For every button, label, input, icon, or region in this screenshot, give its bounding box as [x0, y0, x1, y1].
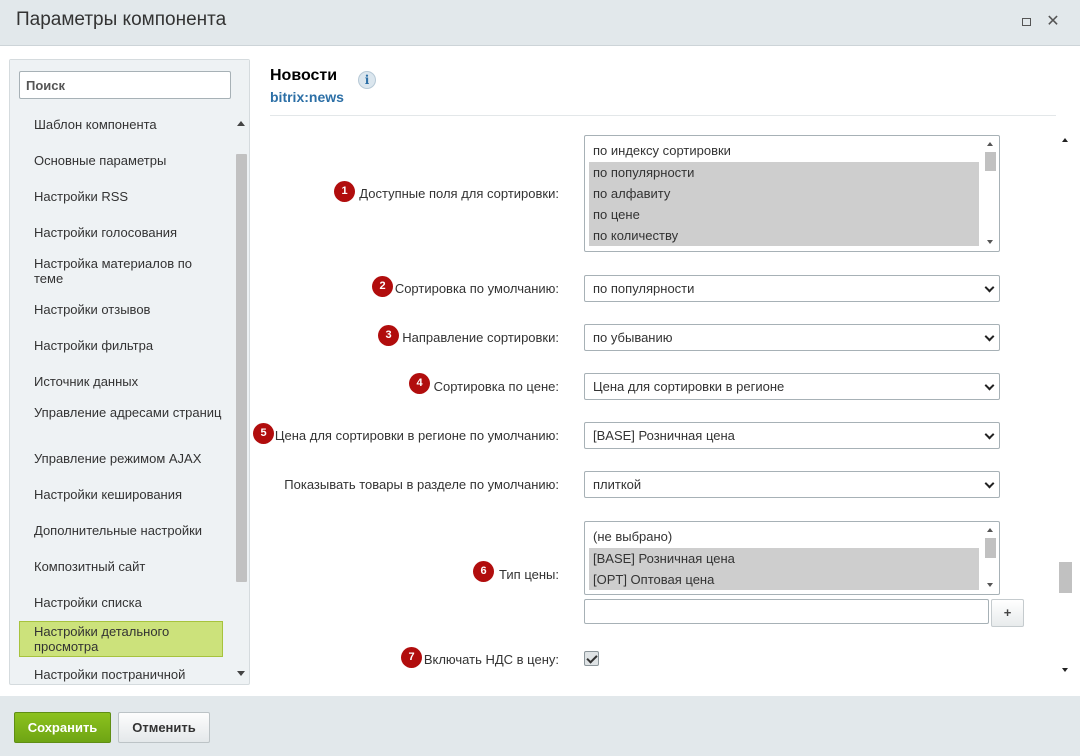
price-type-scrollbar[interactable]: [984, 523, 998, 593]
sidebar-item-ajax[interactable]: Управление режимом AJAX: [19, 451, 223, 466]
chevron-down-icon: [984, 380, 995, 391]
badge-4: 4: [409, 373, 430, 394]
default-sort-value: по популярности: [593, 281, 695, 296]
scroll-down-icon[interactable]: [237, 671, 245, 676]
sidebar-item-composite[interactable]: Композитный сайт: [19, 559, 223, 574]
scroll-up-icon[interactable]: [1062, 138, 1068, 142]
region-price-label: Цена для сортировки в регионе по умолчан…: [274, 428, 559, 443]
badge-3: 3: [378, 325, 399, 346]
window-title: Параметры компонента: [16, 9, 227, 30]
price-sort-label: Сортировка по цене:: [433, 379, 559, 394]
scroll-down-icon[interactable]: [987, 583, 993, 587]
sort-fields-option[interactable]: по индексу сортировки: [589, 140, 979, 161]
scrollbar-thumb[interactable]: [236, 154, 247, 582]
close-icon[interactable]: ✕: [1045, 14, 1061, 30]
price-type-option[interactable]: [BASE] Розничная цена: [589, 548, 979, 569]
scrollbar-thumb[interactable]: [1059, 562, 1072, 593]
chevron-down-icon: [984, 282, 995, 293]
sidebar-item-pagination[interactable]: Настройки постраничной: [19, 667, 223, 682]
sort-fields-label: Доступные поля для сортировки:: [359, 186, 559, 201]
component-code: bitrix:news: [270, 89, 344, 105]
region-price-select[interactable]: [BASE] Розничная цена: [584, 422, 1000, 449]
display-mode-select[interactable]: плиткой: [584, 471, 1000, 498]
sidebar-item-filter[interactable]: Настройки фильтра: [19, 338, 223, 353]
sidebar-item-cache[interactable]: Настройки кеширования: [19, 487, 223, 502]
region-price-value: [BASE] Розничная цена: [593, 428, 735, 443]
display-mode-value: плиткой: [593, 477, 642, 492]
include-vat-checkbox[interactable]: [584, 651, 599, 666]
scroll-down-icon[interactable]: [1062, 668, 1068, 672]
main-scrollbar[interactable]: [1058, 131, 1073, 679]
scroll-down-icon[interactable]: [987, 240, 993, 244]
sidebar-item-data-source[interactable]: Источник данных: [19, 374, 223, 389]
sidebar-item-rss[interactable]: Настройки RSS: [19, 189, 223, 204]
price-type-option[interactable]: [OPT] Оптовая цена: [589, 569, 979, 590]
scroll-up-icon[interactable]: [987, 528, 993, 532]
sidebar-item-basic[interactable]: Основные параметры: [19, 153, 223, 168]
search-input[interactable]: [19, 71, 231, 99]
scroll-up-icon[interactable]: [237, 121, 245, 126]
sort-direction-value: по убыванию: [593, 330, 673, 345]
sidebar-item-additional[interactable]: Дополнительные настройки: [19, 523, 223, 538]
search-area: [10, 60, 249, 114]
price-type-label: Тип цены:: [499, 567, 559, 582]
maximize-icon[interactable]: [1018, 14, 1034, 30]
badge-7: 7: [401, 647, 422, 668]
sort-fields-multiselect[interactable]: по индексу сортировки по популярности по…: [584, 135, 1000, 252]
footer: Сохранить Отменить: [0, 696, 1080, 756]
sort-direction-select[interactable]: по убыванию: [584, 324, 1000, 351]
sort-fields-option[interactable]: по количеству: [589, 225, 979, 246]
sidebar-item-related[interactable]: Настройка материалов по теме: [19, 256, 223, 286]
sort-fields-option[interactable]: по цене: [589, 204, 979, 225]
sidebar-item-reviews[interactable]: Настройки отзывов: [19, 302, 223, 317]
sidebar-item-template[interactable]: Шаблон компонента: [19, 117, 223, 132]
scrollbar-thumb[interactable]: [985, 538, 996, 558]
sort-fields-option[interactable]: по алфавиту: [589, 183, 979, 204]
price-sort-value: Цена для сортировки в регионе: [593, 379, 785, 394]
default-sort-select[interactable]: по популярности: [584, 275, 1000, 302]
dialog-content: Шаблон компонента Основные параметры Нас…: [0, 46, 1080, 696]
sidebar-scrollbar[interactable]: [234, 114, 249, 684]
sort-fields-option[interactable]: по популярности: [589, 162, 979, 183]
badge-2: 2: [372, 276, 393, 297]
sidebar-item-list[interactable]: Настройки списка: [19, 595, 223, 610]
add-button[interactable]: +: [991, 599, 1024, 627]
sort-fields-scrollbar[interactable]: [984, 137, 998, 250]
sidebar-item-detail[interactable]: Настройки детального просмотра: [19, 621, 223, 657]
display-mode-label: Показывать товары в разделе по умолчанию…: [284, 477, 559, 492]
include-vat-label: Включать НДС в цену:: [423, 652, 559, 667]
sidebar-nav: Шаблон компонента Основные параметры Нас…: [10, 114, 232, 684]
badge-1: 1: [334, 181, 355, 202]
price-type-multiselect[interactable]: (не выбрано) [BASE] Розничная цена [OPT]…: [584, 521, 1000, 595]
chevron-down-icon: [984, 478, 995, 489]
titlebar: Параметры компонента ✕: [0, 0, 1080, 46]
badge-6: 6: [473, 561, 494, 582]
divider: [270, 115, 1056, 116]
badge-5: 5: [253, 423, 274, 444]
default-sort-label: Сортировка по умолчанию:: [394, 281, 559, 296]
cancel-button[interactable]: Отменить: [118, 712, 210, 743]
chevron-down-icon: [984, 331, 995, 342]
price-type-input[interactable]: [584, 599, 989, 624]
info-icon[interactable]: i: [358, 71, 376, 89]
sidebar-item-urls[interactable]: Управление адресами страниц: [19, 405, 223, 420]
sidebar: Шаблон компонента Основные параметры Нас…: [9, 59, 250, 685]
save-button[interactable]: Сохранить: [14, 712, 111, 743]
sidebar-item-voting[interactable]: Настройки голосования: [19, 225, 223, 240]
scrollbar-thumb[interactable]: [985, 152, 996, 171]
chevron-down-icon: [984, 429, 995, 440]
sort-direction-label: Направление сортировки:: [402, 330, 559, 345]
price-type-option[interactable]: (не выбрано): [589, 526, 979, 547]
scroll-up-icon[interactable]: [987, 142, 993, 146]
component-name: Новости: [270, 67, 338, 84]
price-sort-select[interactable]: Цена для сортировки в регионе: [584, 373, 1000, 400]
